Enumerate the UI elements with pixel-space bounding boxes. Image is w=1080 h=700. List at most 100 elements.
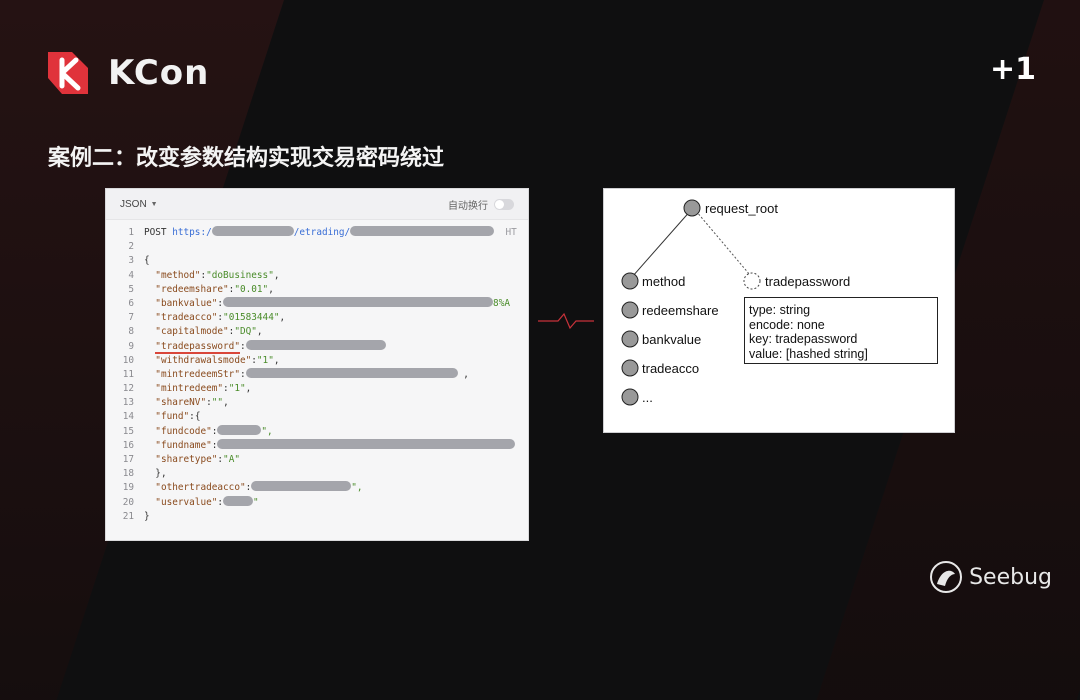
seebug-logo: Seebug: [929, 560, 1052, 594]
json-key: "sharetype": [155, 454, 218, 465]
line-content: "uservalue": ": [155, 495, 259, 508]
line-content: "fundcode": ",: [155, 424, 273, 437]
line-content: "othertradeacco": ",: [155, 481, 363, 494]
code-line: 5 "redeemshare":"0.01",: [106, 283, 528, 297]
line-content: "fund":{: [155, 411, 201, 423]
close-brace: }: [144, 510, 150, 522]
auto-wrap-label: 自动换行: [448, 200, 488, 212]
json-value: "": [211, 397, 224, 409]
format-dropdown[interactable]: JSON ▼: [120, 199, 158, 210]
redacted-value: [217, 424, 262, 435]
json-value: "A": [223, 454, 240, 465]
line-number: 2: [128, 241, 134, 253]
code-line: 3 {: [106, 254, 528, 268]
json-value: "01583444": [223, 312, 280, 324]
json-value-tail: 8%A: [493, 297, 510, 309]
node-more: [621, 388, 639, 406]
json-key: "method": [155, 269, 201, 281]
line-number: 15: [122, 425, 134, 437]
code-line: 19 "othertradeacco": ",: [106, 481, 528, 495]
line-content: "tradeacco":"01583444",: [155, 312, 286, 324]
redacted-value: [223, 296, 494, 307]
json-key-highlighted: "tradepassword": [155, 340, 240, 354]
line-number: 12: [122, 383, 134, 395]
redacted-value: [217, 438, 516, 449]
json-key: "fundcode": [155, 425, 212, 437]
line-number: 13: [122, 397, 134, 409]
line-content: "redeemshare":"0.01",: [155, 283, 274, 295]
code-line: 11 "mintredeemStr": ,: [106, 367, 528, 382]
connector-squiggle-icon: [538, 312, 594, 330]
json-key: "othertradeacco": [155, 482, 246, 494]
line-number: 5: [128, 283, 134, 295]
info-value: value: [hashed string]: [749, 346, 868, 361]
node-root: [683, 199, 701, 217]
line-content: "sharetype":"A": [155, 454, 240, 465]
line-number: 4: [128, 269, 134, 281]
node-label-more: ...: [642, 390, 653, 405]
line-number: 19: [122, 482, 134, 494]
info-type: type: string: [749, 303, 811, 317]
code-line: 16 "fundname":: [106, 438, 528, 453]
node-label-method: method: [642, 274, 686, 289]
plus-one-badge: +1: [989, 52, 1036, 87]
json-value: "1": [256, 354, 274, 366]
redacted-value: [223, 495, 254, 506]
node-label-root: request_root: [705, 201, 778, 216]
http-method: POST: [144, 227, 167, 238]
redacted-value: [251, 481, 352, 492]
code-line: 8 "capitalmode":"DQ",: [106, 325, 528, 339]
url-prefix: https:/: [172, 227, 212, 238]
json-key: "mintredeemStr": [155, 368, 240, 380]
redacted-value: [245, 367, 458, 378]
node-tradepassword: [743, 272, 761, 290]
parameter-tree-diagram: request_root method redeemshare bankvalu…: [603, 188, 955, 433]
inner-open-brace: {: [194, 411, 201, 423]
code-line: 7 "tradeacco":"01583444",: [106, 311, 528, 325]
json-key: "uservalue": [155, 496, 218, 508]
line-number: 17: [122, 454, 134, 465]
redacted-value: [350, 226, 495, 236]
line-content: "fundname":: [144, 438, 516, 453]
info-encode: encode: none: [749, 317, 825, 332]
code-line: 13 "shareNV":"",: [106, 396, 528, 410]
chevron-down-icon: ▼: [150, 200, 158, 208]
json-key: "withdrawalsmode": [155, 354, 252, 366]
code-line: 9 "tradepassword":: [106, 339, 528, 354]
code-viewer: JSON ▼ 自动换行 1 POST https:/ /etrading/ HT …: [105, 188, 529, 541]
url-path: /etrading/: [293, 227, 351, 238]
line-content: "capitalmode":"DQ",: [155, 326, 263, 338]
auto-wrap-toggle[interactable]: [494, 198, 514, 210]
line-number: 3: [128, 255, 134, 267]
kcon-logo: KCon: [42, 48, 209, 98]
http-suffix: HT: [505, 227, 517, 238]
json-value: "doBusiness": [206, 269, 274, 281]
code-toolbar: JSON ▼ 自动换行: [106, 189, 528, 220]
line-number: 9: [128, 340, 134, 352]
quote-comma: ",: [261, 425, 273, 437]
node-label-redeemshare: redeemshare: [642, 303, 719, 318]
code-line: 6 "bankvalue": 8%A: [106, 296, 528, 311]
inner-close-brace: },: [155, 468, 167, 480]
json-key: "fund": [155, 411, 190, 423]
code-line: 18 },: [106, 467, 528, 481]
line-number: 6: [128, 297, 134, 309]
node-label-bankvalue: bankvalue: [642, 332, 702, 347]
line-number: 8: [128, 326, 134, 338]
line-number: 16: [122, 439, 134, 451]
code-line: 10 "withdrawalsmode":"1",: [106, 354, 528, 368]
info-key: key: tradepassword: [749, 332, 858, 347]
line-content: "bankvalue": 8%A: [155, 296, 510, 309]
line-number: 10: [122, 354, 134, 366]
code-line: 1 POST https:/ /etrading/ HT: [106, 226, 528, 240]
code-line: 15 "fundcode": ",: [106, 424, 528, 439]
code-line: 21 }: [106, 510, 528, 524]
json-key: "fundname": [155, 439, 212, 451]
json-key: "capitalmode": [155, 326, 229, 338]
json-value: "1": [228, 383, 246, 395]
line-content: "shareNV":"",: [155, 397, 229, 409]
node-redeemshare: [621, 301, 639, 319]
code-line: 2: [106, 240, 528, 254]
code-line: 4 "method":"doBusiness",: [106, 269, 528, 283]
edge-root-tradepassword: [695, 210, 751, 276]
